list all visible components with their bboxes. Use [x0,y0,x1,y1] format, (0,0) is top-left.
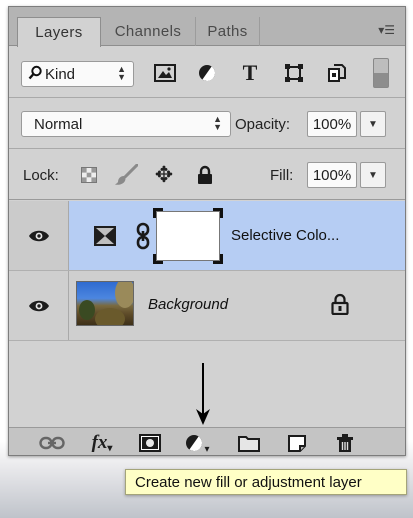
layer-row-selective-color[interactable]: Selective Colo... [9,201,405,271]
background-layer-thumbnail[interactable] [76,281,134,326]
new-group-icon [238,436,260,452]
new-fill-adjustment-layer-button[interactable]: ▾ [181,431,213,455]
panel-menu-icon[interactable]: ▾☰ [378,23,395,37]
layer-visibility-toggle[interactable] [9,271,69,340]
lock-position-move-icon[interactable]: ✥ [152,161,176,189]
annotation-arrow-icon [196,363,210,425]
add-mask-button[interactable] [134,431,166,455]
fill-label: Fill: [270,167,294,184]
lock-image-pixels-brush-icon[interactable] [114,161,138,189]
layers-bottom-toolbar: fx ▾ ▾ [9,427,405,455]
tooltip: Create new fill or adjustment layer [125,469,407,495]
fill-input[interactable]: 100% [307,162,357,188]
delete-layer-button[interactable] [329,431,361,455]
opacity-label: Opacity: [235,116,291,133]
lock-icon [331,293,349,315]
blend-mode-select[interactable]: Normal ▲ ▼ [21,111,231,137]
link-layers-button[interactable] [36,431,68,455]
new-layer-button[interactable] [281,431,313,455]
chevron-down-icon: ▼ [368,169,378,181]
mask-link-chain-icon[interactable] [136,222,150,250]
adjustment-layer-icon [186,435,203,451]
layer-style-fx-button[interactable]: fx ▾ [86,431,118,455]
updown-arrows-icon: ▲ ▼ [213,114,222,132]
layer-style-fx-icon: fx [91,432,108,453]
new-group-button[interactable] [233,431,265,455]
layer-mask-thumbnail[interactable] [153,208,223,264]
filter-kind-label: Kind [45,65,76,83]
lock-row: Lock: ✥ Fill: 100% ▼ [9,149,405,200]
pixel-layer-filter-icon[interactable] [152,59,178,87]
trash-icon [337,434,353,452]
add-mask-icon [139,434,161,452]
link-layers-icon [39,436,65,450]
search-icon [28,65,43,84]
adjustment-layer-filter-icon[interactable] [194,59,220,87]
layer-name[interactable]: Selective Colo... [231,227,339,244]
smart-object-filter-icon[interactable] [324,59,350,87]
eye-icon [28,300,49,311]
opacity-dropdown-button[interactable]: ▼ [360,111,386,137]
lock-all-icon[interactable] [193,161,217,189]
blend-mode-row: Normal ▲ ▼ Opacity: 100% ▼ [9,98,405,149]
eye-icon [28,230,49,241]
lock-label: Lock: [23,167,59,184]
fill-dropdown-button[interactable]: ▼ [360,162,386,188]
type-layer-filter-icon[interactable]: T [237,59,263,87]
tab-paths[interactable]: Paths [196,17,260,46]
tab-channels[interactable]: Channels [101,17,196,46]
layer-row-background[interactable]: Background [9,271,405,341]
updown-arrows-icon: ▲ ▼ [117,64,126,82]
blend-mode-value: Normal [34,115,83,133]
adjustment-thumbnail-icon[interactable] [93,225,117,247]
layer-filter-row: Kind ▲ ▼ T [9,47,405,98]
layers-panel: Layers Channels Paths ▾☰ Kind ▲ ▼ T Norm… [8,6,406,456]
new-layer-icon [288,435,306,452]
chevron-down-icon: ▼ [368,118,378,130]
filter-toggle-switch[interactable] [373,58,389,88]
panel-tab-bar: Layers Channels Paths ▾☰ [9,7,405,47]
layer-visibility-toggle[interactable] [9,201,69,270]
tab-layers[interactable]: Layers [17,17,101,47]
layer-name[interactable]: Background [148,296,228,313]
lock-transparent-pixels-icon[interactable] [77,161,101,189]
shape-layer-filter-icon[interactable] [281,59,307,87]
filter-kind-select[interactable]: Kind ▲ ▼ [21,61,134,87]
opacity-input[interactable]: 100% [307,111,357,137]
